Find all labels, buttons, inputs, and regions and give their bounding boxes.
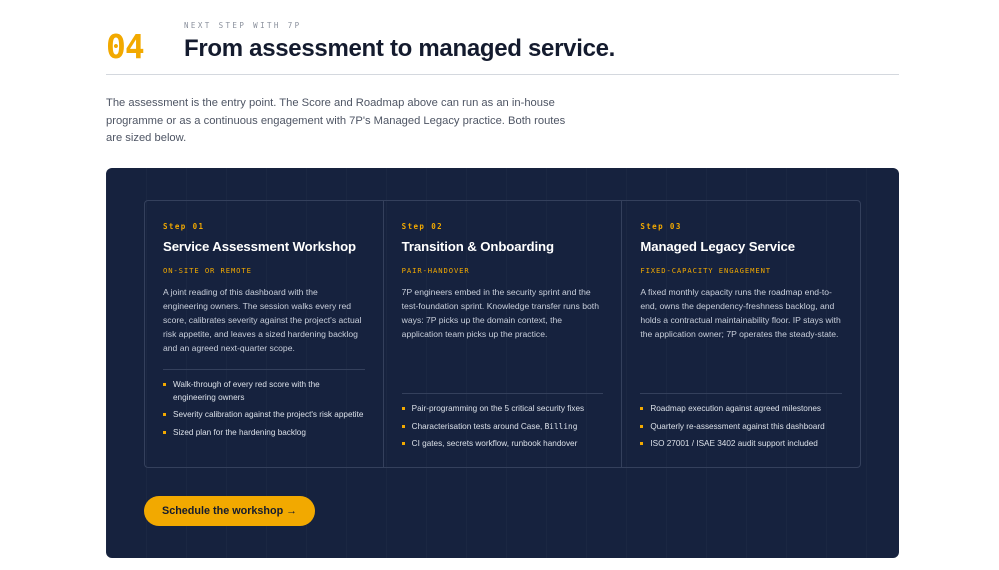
step-card-3: Step 03 Managed Legacy Service FIXED-CAP…	[621, 201, 860, 467]
bullet-text: Severity calibration against the project…	[173, 410, 364, 419]
list-item: Severity calibration against the project…	[163, 409, 365, 422]
section-number: 04	[106, 27, 145, 66]
bullet-icon	[640, 424, 644, 428]
bullet-text: Characterisation tests around Case,	[411, 421, 545, 431]
list-item: Roadmap execution against agreed milesto…	[640, 403, 842, 416]
step-label: Step 02	[401, 222, 444, 231]
section-title: From assessment to managed service.	[184, 35, 616, 62]
bullet-icon	[163, 383, 166, 386]
bullet-text: Pair-programming on the 5 critical secur…	[411, 404, 585, 413]
bullet-icon	[401, 407, 405, 410]
schedule-workshop-button[interactable]: Schedule the workshop →	[144, 496, 315, 526]
step-divider	[163, 369, 365, 370]
step-bullets: Walk-through of every red score with the…	[163, 379, 365, 444]
list-item: CI gates, secrets workflow, runbook hand…	[401, 438, 604, 451]
bullet-icon	[640, 407, 644, 410]
step-tag: FIXED-CAPACITY ENGAGEMENT	[640, 266, 772, 275]
step-description: A joint reading of this dashboard with t…	[163, 287, 362, 353]
step-label: Step 03	[640, 222, 682, 231]
step-divider	[640, 393, 843, 394]
bullet-text: Quarterly re-assessment against this das…	[650, 421, 825, 431]
list-item: Sized plan for the hardening backlog	[163, 427, 365, 440]
list-item: Walk-through of every red score with the…	[163, 379, 365, 404]
bullet-text: Walk-through of every red score with the…	[173, 380, 320, 402]
code-inline: Billing	[544, 421, 578, 431]
step-tag: ON-SITE OR REMOTE	[163, 266, 252, 275]
bullet-icon	[640, 442, 644, 445]
bullet-icon	[163, 413, 166, 416]
bullet-icon	[401, 442, 405, 445]
step-card-1: Step 01 Service Assessment Workshop ON-S…	[145, 201, 383, 467]
step-bullets: Pair-programming on the 5 critical secur…	[401, 403, 604, 456]
step-card-2: Step 02 Transition & Onboarding PAIR-HAN…	[382, 201, 622, 467]
bullet-icon	[163, 430, 166, 434]
intro-text: The assessment is the entry point. The S…	[106, 97, 566, 144]
page: 04 NEXT STEP WITH 7P From assessment to …	[0, 0, 999, 570]
header-divider	[106, 74, 899, 75]
step-title: Transition & Onboarding	[401, 239, 554, 254]
step-title: Managed Legacy Service	[640, 239, 796, 254]
step-bullets: Roadmap execution against agreed milesto…	[640, 403, 842, 456]
step-tag: PAIR-HANDOVER	[401, 266, 470, 275]
step-label: Step 01	[163, 222, 205, 231]
bullet-text: Roadmap execution against agreed milesto…	[650, 404, 822, 413]
list-item: Characterisation tests around Case, Bill…	[401, 421, 604, 434]
list-item: Quarterly re-assessment against this das…	[640, 421, 842, 434]
bullet-text: ISO 27001 / ISAE 3402 audit support incl…	[650, 439, 818, 448]
step-description: A fixed monthly capacity runs the roadma…	[640, 287, 841, 339]
eyebrow-label: NEXT STEP WITH 7P	[184, 21, 302, 30]
engagement-panel: Step 01 Service Assessment Workshop ON-S…	[106, 168, 899, 558]
bullet-text: CI gates, secrets workflow, runbook hand…	[411, 439, 578, 448]
steps-grid: Step 01 Service Assessment Workshop ON-S…	[144, 200, 861, 468]
list-item: Pair-programming on the 5 critical secur…	[401, 403, 604, 416]
bullet-icon	[401, 424, 405, 428]
list-item: ISO 27001 / ISAE 3402 audit support incl…	[640, 438, 842, 451]
step-description: 7P engineers embed in the security sprin…	[401, 287, 599, 339]
step-title: Service Assessment Workshop	[163, 239, 356, 254]
bullet-text: Sized plan for the hardening backlog	[173, 427, 306, 437]
step-divider	[401, 393, 604, 394]
